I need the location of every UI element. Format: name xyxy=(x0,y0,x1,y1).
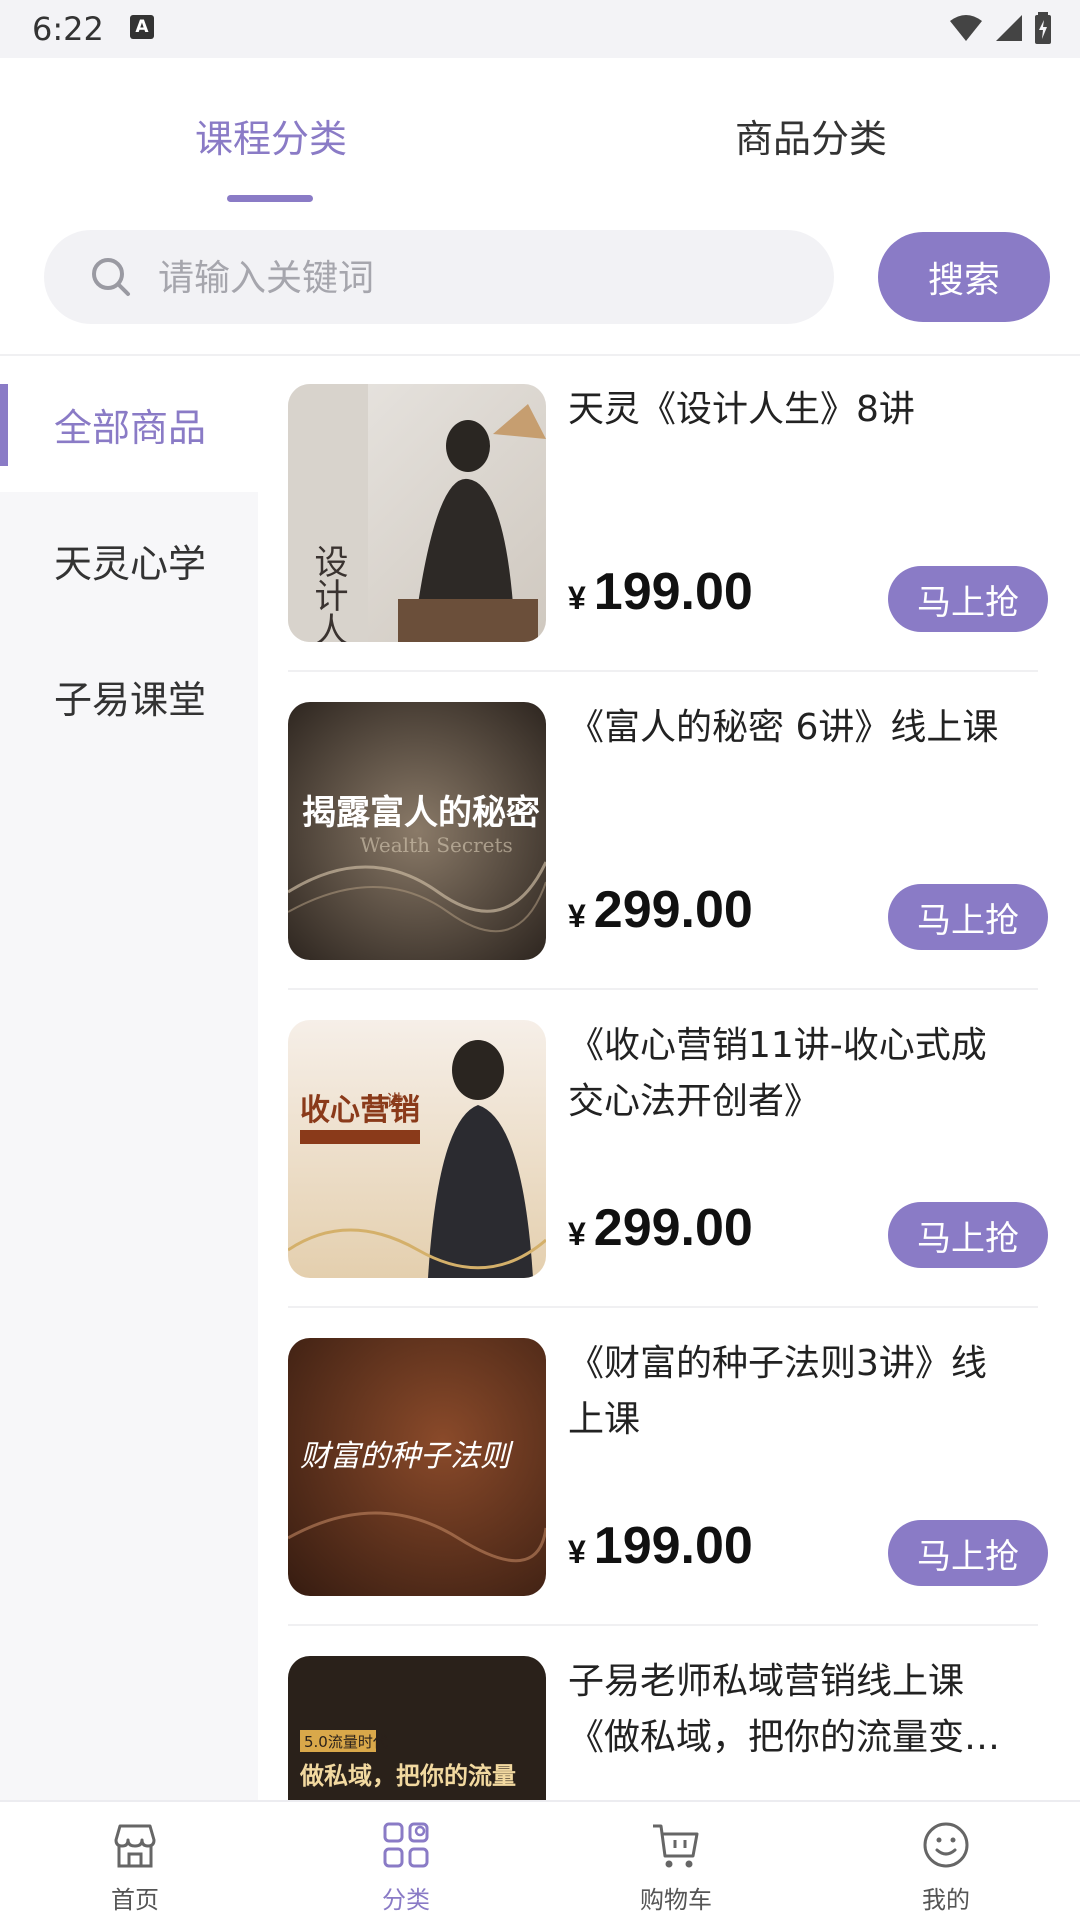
product-price: ¥299.00 xyxy=(568,1198,753,1258)
sidebar-item-label: 子易课堂 xyxy=(54,677,207,722)
product-title: 《财富的种子法则3讲》线上课 xyxy=(568,1343,987,1440)
thumbnail-title: 揭露富人的秘密 xyxy=(302,793,540,833)
currency-symbol: ¥ xyxy=(568,580,586,616)
wifi-icon xyxy=(950,15,982,41)
price-value: 299.00 xyxy=(593,1199,753,1257)
currency-symbol: ¥ xyxy=(568,1534,586,1570)
price-value: 199.00 xyxy=(593,563,753,621)
sidebar-item-label: 天灵心学 xyxy=(54,541,207,586)
search-icon xyxy=(92,258,130,296)
status-icons xyxy=(948,12,1052,44)
tabbar-item-home[interactable]: 首页 xyxy=(75,1818,195,1915)
buy-now-button[interactable]: 马上抢 xyxy=(888,1520,1048,1586)
buy-now-button[interactable]: 马上抢 xyxy=(888,1202,1048,1268)
product-card[interactable]: 设计人生 天灵《设计人生》8讲 ¥199.00 马上抢 xyxy=(288,372,1050,662)
home-store-icon xyxy=(114,1824,156,1868)
tabbar-label: 分类 xyxy=(382,1886,430,1914)
sidebar-item-all-products[interactable]: 全部商品 xyxy=(0,356,258,492)
currency-symbol: ¥ xyxy=(568,1216,586,1252)
tab-course-category[interactable]: 课程分类 xyxy=(195,108,347,163)
thumbnail-subtitle: Wealth Secrets xyxy=(360,833,513,857)
active-tab-indicator xyxy=(227,195,313,202)
thumbnail-title: 做私域，把你的流量 xyxy=(299,1762,516,1790)
tab-goods-category[interactable]: 商品分类 xyxy=(735,108,887,163)
product-thumbnail[interactable]: 揭露富人的秘密 Wealth Secrets xyxy=(288,702,546,960)
tabbar-label: 首页 xyxy=(111,1886,159,1914)
product-price: ¥299.00 xyxy=(568,880,753,940)
smiley-profile-icon xyxy=(923,1822,969,1868)
tabbar-item-cart[interactable]: 购物车 xyxy=(616,1818,736,1915)
product-thumbnail[interactable]: 财富的种子法则 xyxy=(288,1338,546,1596)
tabbar-label: 购物车 xyxy=(640,1886,712,1914)
tabbar-label: 我的 xyxy=(922,1886,970,1914)
search-box[interactable] xyxy=(44,230,834,326)
top-tabs: 课程分类 商品分类 xyxy=(0,58,1080,204)
bottom-tab-bar: 首页 分类 购物车 我的 xyxy=(0,1800,1080,1922)
divider xyxy=(288,1624,1038,1626)
category-grid-icon xyxy=(383,1822,429,1868)
divider xyxy=(288,988,1038,990)
price-value: 199.00 xyxy=(593,1517,753,1575)
status-bar: 6:22 A xyxy=(0,0,1080,58)
divider xyxy=(288,670,1038,672)
tabbar-item-category[interactable]: 分类 xyxy=(346,1818,466,1915)
battery-icon xyxy=(1035,12,1051,44)
product-title: 子易老师私域营销线上课《做私域，把你的流量变成留量》 xyxy=(568,1661,1001,1758)
category-sidebar: 全部商品 天灵心学 子易课堂 xyxy=(0,356,258,1800)
tabbar-item-profile[interactable]: 我的 xyxy=(886,1818,1006,1915)
sidebar-item-tianling[interactable]: 天灵心学 xyxy=(0,492,258,628)
product-card[interactable]: 揭露富人的秘密 Wealth Secrets 《富人的秘密 6讲》线上课 ¥29… xyxy=(288,690,1050,980)
product-title: 天灵《设计人生》8讲 xyxy=(568,389,915,430)
product-thumbnail[interactable]: 5.0流量时代 做私域，把你的流量 xyxy=(288,1656,546,1800)
sidebar-item-label: 全部商品 xyxy=(54,405,207,450)
product-price: ¥199.00 xyxy=(568,562,753,622)
product-price: ¥199.00 xyxy=(568,1516,753,1576)
product-title: 《富人的秘密 6讲》线上课 xyxy=(568,707,999,748)
currency-symbol: ¥ xyxy=(568,898,586,934)
price-value: 299.00 xyxy=(593,881,753,939)
product-card[interactable]: 财富的种子法则 《财富的种子法则3讲》线上课 ¥199.00 马上抢 xyxy=(288,1326,1050,1616)
thumbnail-title: 设计人生 xyxy=(308,544,348,642)
search-button[interactable]: 搜索 xyxy=(878,232,1050,322)
product-thumbnail[interactable]: 设计人生 xyxy=(288,384,546,642)
product-card[interactable]: 5.0流量时代 做私域，把你的流量 子易老师私域营销线上课《做私域，把你的流量变… xyxy=(288,1644,1050,1800)
notification-a-icon: A xyxy=(130,15,154,39)
buy-now-button[interactable]: 马上抢 xyxy=(888,566,1048,632)
divider xyxy=(288,1306,1038,1308)
cart-icon xyxy=(653,1824,699,1868)
sidebar-item-ziyi[interactable]: 子易课堂 xyxy=(0,628,258,764)
status-time: 6:22 xyxy=(32,10,104,48)
product-card[interactable]: 收心营销 11讲 《收心营销11讲-收心式成交心法开创者》 ¥299.00 马上… xyxy=(288,1008,1050,1298)
product-title: 《收心营销11讲-收心式成交心法开创者》 xyxy=(568,1025,987,1122)
product-list: 设计人生 天灵《设计人生》8讲 ¥199.00 马上抢 揭露富人的秘密 Weal… xyxy=(258,356,1080,1800)
signal-icon xyxy=(996,15,1022,41)
thumbnail-title: 财富的种子法则 xyxy=(300,1439,514,1474)
search-input[interactable] xyxy=(156,230,800,326)
product-thumbnail[interactable]: 收心营销 11讲 xyxy=(288,1020,546,1278)
thumbnail-badge: 5.0流量时代 xyxy=(304,1733,388,1751)
thumbnail-subtitle: 11讲 xyxy=(366,1091,402,1110)
buy-now-button[interactable]: 马上抢 xyxy=(888,884,1048,950)
